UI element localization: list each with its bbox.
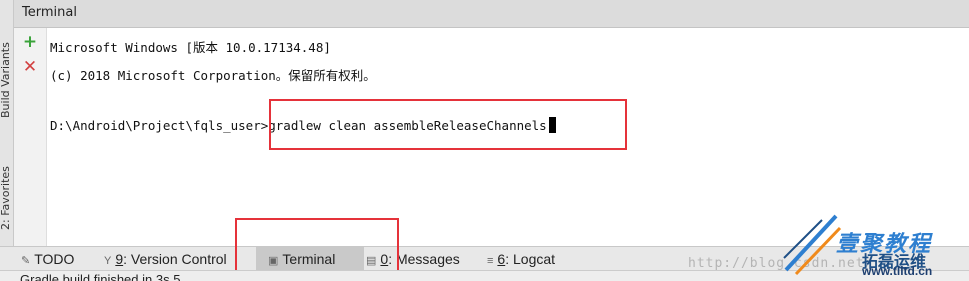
watermark-url: http://blog.csdn.net/ <box>688 256 874 271</box>
favorites-tab[interactable]: 2: Favorites <box>0 120 13 230</box>
terminal-toolbar: + ✕ <box>14 28 47 246</box>
window-title: Terminal <box>22 5 77 20</box>
terminal-title-bar: Terminal <box>14 0 969 28</box>
tab-todo-label: TODO <box>34 251 75 267</box>
tab-todo[interactable]: ✎ TODO <box>21 247 91 271</box>
tab-terminal[interactable]: ▣ Terminal <box>256 247 364 271</box>
command-text: D:\Android\Project\fqls_user>gradlew cle… <box>50 118 547 133</box>
tab-version-control[interactable]: Y 9: Version Control <box>104 247 244 271</box>
plus-icon[interactable]: + <box>22 34 38 51</box>
close-icon[interactable]: ✕ <box>22 59 38 76</box>
tab-version-control-label: : Version Control <box>123 251 227 267</box>
watermark-site: www.tlltd.cn <box>862 264 933 278</box>
tab-messages-label: : Messages <box>388 251 460 267</box>
tab-version-control-mnemonic: 9 <box>115 251 124 267</box>
terminal-command-line: D:\Android\Project\fqls_user>gradlew cle… <box>50 117 556 133</box>
tab-terminal-label: Terminal <box>282 251 336 267</box>
build-variants-tab[interactable]: Build Variants <box>0 38 13 118</box>
left-tool-strip: Build Variants 2: Favorites <box>0 0 14 246</box>
tab-logcat-label: : Logcat <box>505 251 556 267</box>
terminal-line-2: (c) 2018 Microsoft Corporation。保留所有权利。 <box>50 68 376 83</box>
tab-logcat[interactable]: ≡ 6: Logcat <box>487 247 577 271</box>
watermark-logo-icon <box>783 214 842 276</box>
terminal-line-1: Microsoft Windows [版本 10.0.17134.48] <box>50 40 331 55</box>
text-cursor <box>548 117 556 133</box>
tab-messages[interactable]: ▤ 0: Messages <box>366 247 476 271</box>
